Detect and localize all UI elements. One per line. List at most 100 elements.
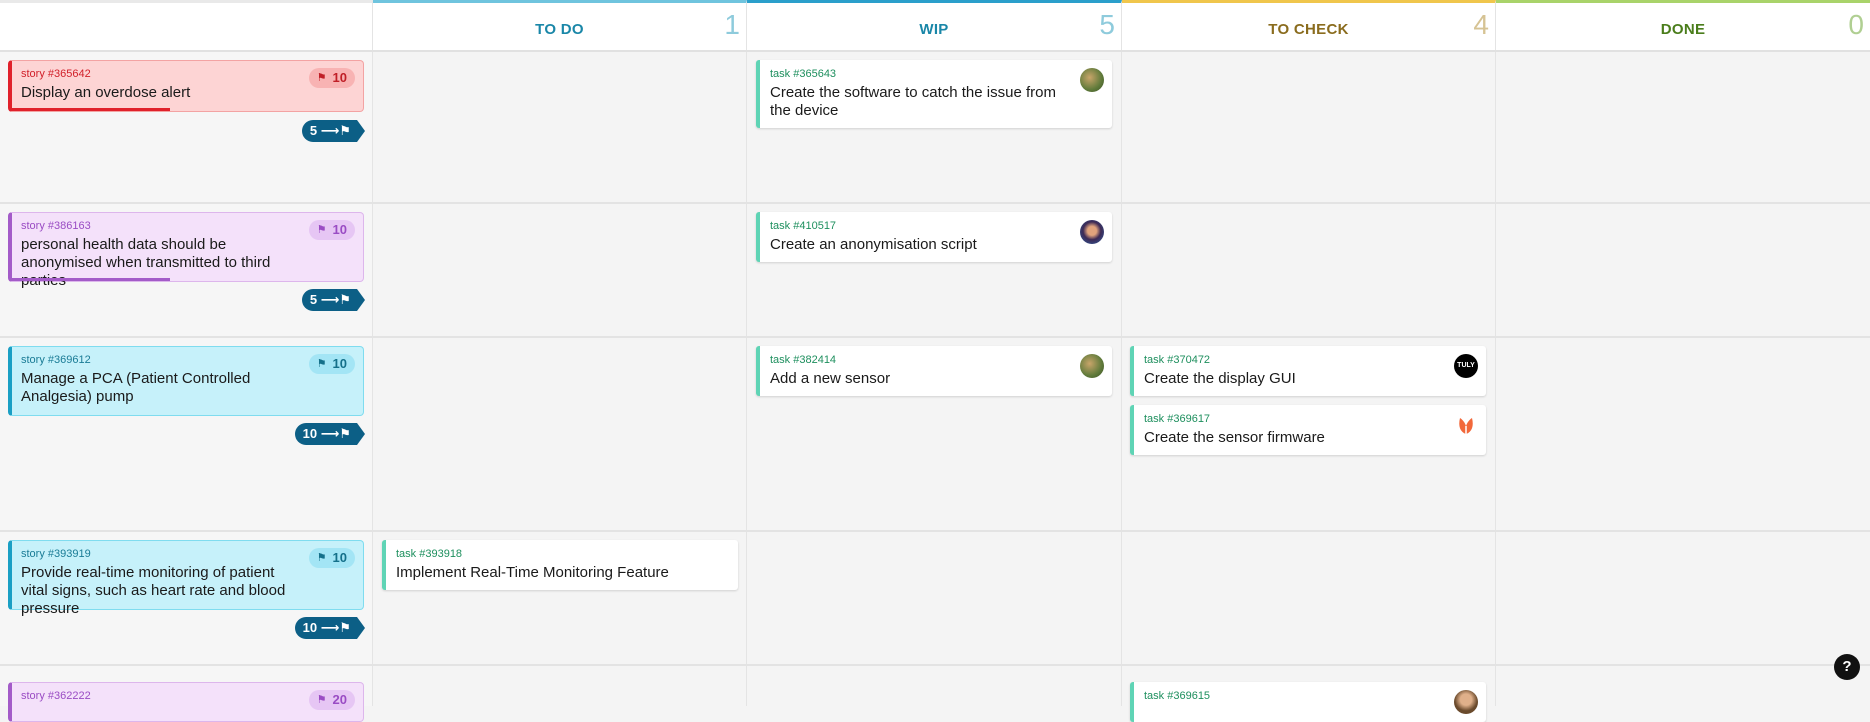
- comments-count: 20: [332, 692, 347, 707]
- task-ref[interactable]: task #370472: [1144, 354, 1442, 367]
- column-header-row: TO DO 1 WIP 5 TO CHECK 4 DONE 0: [0, 0, 1870, 52]
- task-card[interactable]: task #393918 Implement Real-Time Monitor…: [382, 540, 738, 590]
- column-header-wip[interactable]: WIP 5: [747, 0, 1122, 50]
- swimlane: story #362222 ⚑ 20 task #369615: [0, 666, 1870, 722]
- story-progress-bar: [12, 108, 170, 111]
- todo-cell[interactable]: [373, 204, 747, 336]
- story-ref[interactable]: story #365642: [21, 68, 353, 81]
- story-title: Provide real-time monitoring of patient …: [21, 564, 286, 617]
- tulip-logo[interactable]: [1454, 413, 1478, 437]
- task-card[interactable]: task #410517 Create an anonymisation scr…: [756, 212, 1112, 262]
- comments-badge[interactable]: ⚑ 20: [308, 690, 355, 710]
- task-title: Implement Real-Time Monitoring Feature: [396, 564, 669, 581]
- task-title: Create the software to catch the issue f…: [770, 84, 1056, 119]
- comments-badge[interactable]: ⚑ 10: [308, 354, 355, 374]
- done-cell[interactable]: [1496, 666, 1870, 706]
- story-points-tag[interactable]: 5 ⟶⚑: [302, 120, 365, 142]
- to-check-cell[interactable]: [1122, 532, 1496, 664]
- task-ref[interactable]: task #365643: [770, 68, 1068, 81]
- avatar-photo-2[interactable]: [1080, 220, 1104, 244]
- comment-icon: ⚑: [316, 224, 327, 236]
- comment-icon: ⚑: [316, 72, 327, 84]
- wip-cell[interactable]: [747, 666, 1122, 706]
- swimlane-header-corner: [0, 0, 373, 50]
- avatar-photo-1[interactable]: [1080, 354, 1104, 378]
- column-title: WIP: [919, 21, 949, 38]
- story-card[interactable]: story #365642 Display an overdose alert …: [8, 60, 364, 112]
- help-button[interactable]: ?: [1834, 654, 1860, 680]
- story-ref[interactable]: story #362222: [21, 690, 353, 703]
- story-title: Display an overdose alert: [21, 84, 191, 101]
- story-ref[interactable]: story #386163: [21, 220, 353, 233]
- todo-cell[interactable]: [373, 666, 747, 706]
- column-header-to-check[interactable]: TO CHECK 4: [1122, 0, 1496, 50]
- task-ref[interactable]: task #369617: [1144, 413, 1442, 426]
- task-card[interactable]: task #365643 Create the software to catc…: [756, 60, 1112, 128]
- task-card[interactable]: task #382414 Add a new sensor: [756, 346, 1112, 396]
- todo-cell[interactable]: [373, 338, 747, 530]
- column-count: 5: [1099, 9, 1115, 40]
- story-points-tag[interactable]: 10 ⟶⚑: [295, 423, 365, 445]
- task-ref[interactable]: task #410517: [770, 220, 1068, 233]
- swimlane: story #393919 Provide real-time monitori…: [0, 532, 1870, 666]
- story-card[interactable]: story #393919 Provide real-time monitori…: [8, 540, 364, 617]
- arrow-flag-icon: ⟶⚑: [320, 620, 351, 635]
- task-title: Add a new sensor: [770, 370, 891, 387]
- story-card[interactable]: story #362222 ⚑ 20: [8, 682, 364, 722]
- comment-icon: ⚑: [316, 694, 327, 706]
- task-card[interactable]: task #370472 Create the display GUI TULY: [1130, 346, 1486, 396]
- tuly-logo[interactable]: TULY: [1454, 354, 1478, 378]
- comments-count: 10: [332, 550, 347, 565]
- task-card[interactable]: task #369617 Create the sensor firmware: [1130, 405, 1486, 455]
- done-cell[interactable]: [1496, 52, 1870, 202]
- done-cell[interactable]: [1496, 338, 1870, 530]
- to-check-cell[interactable]: [1122, 52, 1496, 202]
- to-check-cell[interactable]: [1122, 204, 1496, 336]
- points-value: 5: [309, 292, 318, 307]
- task-ref[interactable]: task #369615: [1144, 690, 1442, 703]
- comments-count: 10: [332, 356, 347, 371]
- done-cell[interactable]: [1496, 204, 1870, 336]
- comments-count: 10: [332, 222, 347, 237]
- wip-cell[interactable]: [747, 532, 1122, 664]
- avatar-photo-1[interactable]: [1080, 68, 1104, 92]
- story-title: personal health data should be anonymise…: [21, 236, 271, 289]
- comment-icon: ⚑: [316, 552, 327, 564]
- points-value: 10: [302, 426, 318, 441]
- column-title: TO CHECK: [1268, 21, 1349, 38]
- arrow-flag-icon: ⟶⚑: [320, 426, 351, 441]
- avatar-photo-3[interactable]: [1454, 690, 1478, 714]
- points-value: 10: [302, 620, 318, 635]
- story-ref[interactable]: story #369612: [21, 354, 353, 367]
- arrow-flag-icon: ⟶⚑: [320, 123, 351, 138]
- task-title: Create the sensor firmware: [1144, 429, 1325, 446]
- done-cell[interactable]: [1496, 532, 1870, 664]
- swimlane: story #386163 personal health data shoul…: [0, 204, 1870, 338]
- comment-icon: ⚑: [316, 358, 327, 370]
- task-card[interactable]: task #369615: [1130, 682, 1486, 722]
- comments-count: 10: [332, 70, 347, 85]
- comments-badge[interactable]: ⚑ 10: [308, 68, 355, 88]
- comments-badge[interactable]: ⚑ 10: [308, 548, 355, 568]
- column-header-done[interactable]: DONE 0: [1496, 0, 1870, 50]
- task-ref[interactable]: task #393918: [396, 548, 694, 561]
- kanban-board: TO DO 1 WIP 5 TO CHECK 4 DONE 0 story #3…: [0, 0, 1870, 722]
- comments-badge[interactable]: ⚑ 10: [308, 220, 355, 240]
- column-count: 4: [1473, 9, 1489, 40]
- column-title: TO DO: [535, 21, 584, 38]
- story-progress-bar: [12, 278, 170, 281]
- arrow-flag-icon: ⟶⚑: [320, 292, 351, 307]
- todo-cell[interactable]: [373, 52, 747, 202]
- swimlane: story #365642 Display an overdose alert …: [0, 52, 1870, 204]
- task-ref[interactable]: task #382414: [770, 354, 1068, 367]
- story-points-tag[interactable]: 5 ⟶⚑: [302, 289, 365, 311]
- column-count: 1: [724, 9, 740, 40]
- swimlane: story #369612 Manage a PCA (Patient Cont…: [0, 338, 1870, 532]
- task-title: Create the display GUI: [1144, 370, 1296, 387]
- story-ref[interactable]: story #393919: [21, 548, 353, 561]
- story-card[interactable]: story #369612 Manage a PCA (Patient Cont…: [8, 346, 364, 416]
- column-header-todo[interactable]: TO DO 1: [373, 0, 747, 50]
- points-value: 5: [309, 123, 318, 138]
- story-points-tag[interactable]: 10 ⟶⚑: [295, 617, 365, 639]
- story-card[interactable]: story #386163 personal health data shoul…: [8, 212, 364, 289]
